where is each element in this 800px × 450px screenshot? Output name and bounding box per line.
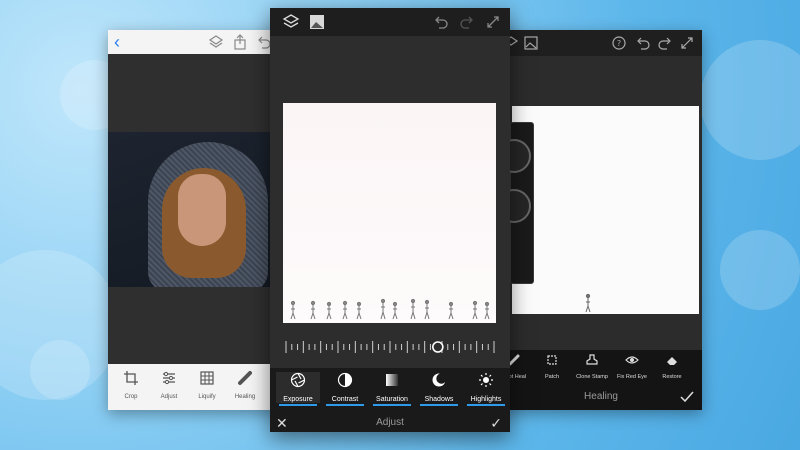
- adjust-shadows[interactable]: Shadows: [417, 372, 461, 406]
- tool-label: Adjust: [160, 394, 178, 400]
- panel-title: Adjust: [376, 417, 404, 428]
- adjust-underline: [326, 404, 364, 406]
- adjust-exposure[interactable]: Exposure: [276, 372, 320, 406]
- tool-label: Clone Stamp: [576, 374, 608, 380]
- eye-icon: [625, 356, 639, 364]
- sliders-icon: [163, 371, 175, 385]
- brush-settings-panel: [497, 122, 534, 284]
- left-toolbar: Crop Adjust Liquify Healing: [108, 364, 278, 410]
- exposure-slider[interactable]: [282, 338, 498, 356]
- checkmark-icon[interactable]: ✓: [490, 414, 502, 432]
- tool-label: Fix Red Eye: [617, 374, 647, 380]
- adjust-contrast[interactable]: Contrast: [323, 372, 367, 406]
- tool-clone-stamp[interactable]: Clone Stamp: [572, 353, 612, 380]
- tool-crop[interactable]: Crop: [112, 370, 150, 400]
- adjust-saturation[interactable]: Saturation: [370, 372, 414, 406]
- tool-fix-red-eye[interactable]: Fix Red Eye: [612, 353, 652, 380]
- undo-icon[interactable]: [432, 13, 450, 31]
- image-icon[interactable]: [522, 34, 540, 52]
- svg-text:?: ?: [617, 39, 621, 48]
- panel-title: Healing: [584, 391, 618, 402]
- bandage-icon: [238, 371, 252, 385]
- redo-icon[interactable]: [656, 34, 674, 52]
- adjust-underline: [279, 404, 317, 406]
- tool-liquify[interactable]: Liquify: [188, 370, 226, 400]
- background-bokeh: [30, 340, 90, 400]
- left-phone-screen: ‹ Crop Adjust Liquify Healing: [108, 30, 278, 410]
- share-icon[interactable]: [232, 34, 248, 50]
- right-footer: Healing: [500, 386, 702, 410]
- fullscreen-icon[interactable]: [484, 13, 502, 31]
- aperture-icon: [290, 372, 306, 388]
- tool-patch[interactable]: Patch: [532, 353, 572, 380]
- undo-icon[interactable]: [634, 34, 652, 52]
- left-topbar: ‹: [108, 30, 278, 54]
- saturation-icon: [386, 374, 398, 386]
- center-topbar: [270, 8, 510, 36]
- image-icon[interactable]: [308, 13, 326, 31]
- tool-label: Patch: [544, 374, 560, 380]
- tool-label: Healing: [234, 394, 256, 400]
- slider-handle[interactable]: [432, 341, 444, 353]
- eraser-icon: [667, 357, 677, 365]
- moon-icon: [432, 373, 447, 387]
- help-icon[interactable]: ?: [610, 34, 628, 52]
- layers-icon[interactable]: [282, 13, 300, 31]
- stamp-icon: [586, 354, 598, 365]
- contrast-icon: [337, 372, 353, 388]
- adjust-underline: [467, 404, 505, 406]
- adjust-label: Shadows: [424, 396, 454, 403]
- sun-icon: [479, 373, 493, 387]
- back-arrow-icon[interactable]: ‹: [114, 32, 120, 53]
- center-phone-screen: Exposure Contrast Saturation Shadows Highlig…: [270, 8, 510, 432]
- checkmark-icon[interactable]: [680, 390, 694, 404]
- canvas-figures: [290, 298, 490, 320]
- center-footer: ✕ Adjust ✓: [270, 414, 510, 432]
- tool-label: Crop: [124, 394, 138, 400]
- adjust-label: Highlights: [470, 396, 502, 403]
- tool-label: Restore: [662, 374, 682, 380]
- adjust-underline: [420, 404, 458, 406]
- grid-icon: [200, 371, 214, 385]
- healing-canvas[interactable]: [512, 106, 699, 314]
- tool-label: Liquify: [198, 394, 216, 400]
- adjust-label: Contrast: [331, 396, 359, 403]
- tool-adjust[interactable]: Adjust: [150, 370, 188, 400]
- photo-canvas[interactable]: [283, 103, 496, 323]
- right-topbar: ?: [500, 30, 702, 56]
- background-bokeh: [720, 230, 800, 310]
- redo-icon[interactable]: [458, 13, 476, 31]
- adjust-label: Exposure: [283, 396, 313, 403]
- healing-tools: Spot Heal Patch Clone Stamp Fix Red Eye: [500, 350, 702, 386]
- adjustment-tools: Exposure Contrast Saturation Shadows Highlig…: [270, 368, 510, 414]
- background-bokeh: [700, 40, 800, 160]
- fullscreen-icon[interactable]: [678, 34, 696, 52]
- adjust-highlights[interactable]: Highlights: [464, 372, 508, 406]
- tool-healing[interactable]: Healing: [226, 370, 264, 400]
- canvas-figure: [585, 293, 591, 313]
- layers-icon[interactable]: [208, 34, 224, 50]
- photo-face: [178, 174, 226, 246]
- portrait-photo: [108, 132, 278, 287]
- right-phone-screen: ? Spot Heal Patch Clone Stamp Fix Red Ey…: [497, 30, 702, 410]
- crop-icon: [124, 371, 138, 385]
- adjust-underline: [373, 404, 411, 406]
- patch-icon: [547, 355, 557, 365]
- tool-restore[interactable]: Restore: [652, 353, 692, 380]
- adjust-label: Saturation: [376, 396, 408, 403]
